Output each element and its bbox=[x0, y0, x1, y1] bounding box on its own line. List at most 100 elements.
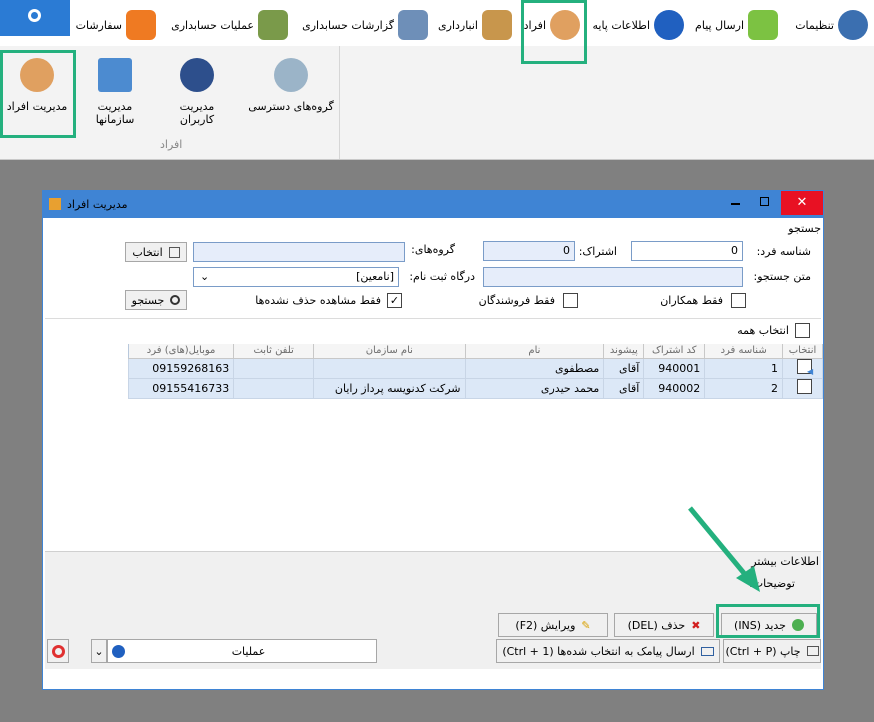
colleagues-only-label: فقط همکاران bbox=[660, 294, 723, 307]
cell-name: محمد حیدری bbox=[464, 377, 605, 399]
table-row[interactable]: 2 940002 آقای محمد حیدری شرکت کدنویسه پر… bbox=[127, 377, 823, 399]
row-checkbox[interactable] bbox=[797, 379, 812, 394]
col-prefix[interactable]: پیشوند bbox=[603, 344, 645, 359]
chevron-down-icon: ⌄ bbox=[200, 270, 210, 283]
persons-table: انتخاب شناسه فرد کد اشتراک پیشوند نام نا… bbox=[127, 344, 823, 399]
annotation-arrow bbox=[688, 506, 760, 592]
close-icon[interactable]: ✕ bbox=[781, 191, 823, 215]
operations-chevron[interactable]: ⌄ bbox=[91, 639, 107, 663]
cell-org: شرکت کدنویسه پرداز رایان bbox=[313, 377, 466, 399]
table-row[interactable]: 1 940001 آقای مصطفوی 09159268163 bbox=[127, 357, 823, 379]
sellers-only-label: فقط فروشندگان bbox=[478, 294, 555, 307]
cell-prefix: آقای bbox=[603, 377, 645, 399]
col-mobile[interactable]: موبایل(های) فرد bbox=[128, 344, 235, 359]
building-icon bbox=[98, 58, 132, 92]
select-groups-button[interactable]: انتخاب bbox=[125, 242, 187, 262]
accounting-icon bbox=[258, 10, 288, 40]
pencil-icon: ✎ bbox=[581, 618, 591, 632]
subscription-field[interactable]: 0 bbox=[483, 241, 575, 261]
groups-label: گروه‌های: bbox=[411, 243, 455, 256]
printer-icon bbox=[806, 646, 819, 656]
table-header-row: انتخاب شناسه فرد کد اشتراک پیشوند نام نا… bbox=[128, 344, 823, 359]
search-text-field[interactable] bbox=[483, 267, 743, 287]
cell-person-id: 1 bbox=[704, 357, 784, 379]
row-select-cell[interactable] bbox=[782, 377, 823, 399]
cell-mobile: 09155416733 bbox=[127, 377, 235, 399]
user-icon bbox=[180, 58, 214, 92]
highlight-new-button bbox=[716, 604, 820, 638]
cell-code: 940001 bbox=[643, 357, 706, 379]
ribbon-search-button[interactable] bbox=[0, 0, 70, 36]
envelope-icon bbox=[700, 646, 714, 656]
ribbon-group-title: افراد bbox=[160, 138, 183, 151]
select-all-label: انتخاب همه bbox=[737, 324, 789, 337]
highlight-persons-tab bbox=[521, 0, 587, 64]
send-sms-button[interactable]: ارسال پیامک به انتخاب شده‌ها (Ctrl + 1) bbox=[496, 639, 720, 663]
select-list-icon bbox=[168, 246, 180, 258]
colleagues-only-checkbox[interactable] bbox=[731, 293, 746, 308]
search-button[interactable]: جستجو bbox=[125, 290, 187, 310]
window-title: مدیریت افراد bbox=[67, 198, 128, 211]
col-person-id[interactable]: شناسه فرد bbox=[704, 344, 784, 359]
groups-field[interactable] bbox=[193, 242, 405, 262]
cell-mobile: 09159268163 bbox=[127, 357, 235, 379]
info-icon bbox=[112, 644, 125, 658]
highlight-manage-persons bbox=[0, 50, 76, 138]
cell-prefix: آقای bbox=[603, 357, 645, 379]
tab-accounting-reports[interactable]: گزارشات حسابداری bbox=[302, 6, 428, 44]
manage-organizations-button[interactable]: مدیریت سازمانها bbox=[80, 54, 150, 130]
col-phone[interactable]: تلفن ثابت bbox=[233, 344, 315, 359]
manage-persons-window: مدیریت افراد ✕ جستجو شناسه فرد: 0 اشتراک… bbox=[42, 190, 824, 690]
window-titlebar: مدیریت افراد ✕ bbox=[43, 191, 823, 218]
ledger-icon bbox=[398, 10, 428, 40]
lifebuoy-icon bbox=[51, 644, 65, 658]
col-select[interactable]: انتخاب bbox=[782, 344, 823, 359]
cell-phone bbox=[233, 377, 315, 399]
help-button[interactable] bbox=[47, 639, 69, 663]
current-row-pointer-icon: ◀ bbox=[807, 367, 814, 376]
tab-send-message[interactable]: ارسال پیام bbox=[695, 6, 778, 44]
tab-base-info[interactable]: اطلاعات پایه bbox=[592, 6, 684, 44]
ribbon-tabs: تنظیمات ارسال پیام اطلاعات پایه افراد ان… bbox=[0, 0, 874, 46]
gear-icon bbox=[838, 10, 868, 40]
minimize-icon[interactable] bbox=[731, 203, 740, 205]
reg-portal-label: درگاه ثبت نام: bbox=[409, 270, 475, 283]
cell-code: 940002 bbox=[643, 377, 706, 399]
person-id-label: شناسه فرد: bbox=[756, 245, 811, 258]
delete-x-icon: ✖ bbox=[691, 618, 701, 632]
chat-icon bbox=[748, 10, 778, 40]
col-name[interactable]: نام bbox=[465, 344, 605, 359]
window-app-icon bbox=[49, 198, 61, 210]
maximize-icon[interactable] bbox=[760, 197, 769, 206]
tab-orders[interactable]: سفارشات bbox=[76, 6, 156, 44]
not-deleted-only-label: فقط مشاهده حذف نشده‌ها bbox=[255, 294, 381, 307]
operations-dropdown[interactable]: عملیات bbox=[107, 639, 377, 663]
tab-accounting-operations[interactable]: عملیات حسابداری bbox=[171, 6, 288, 44]
search-section-title: جستجو bbox=[788, 222, 821, 235]
select-all-checkbox[interactable] bbox=[795, 323, 810, 338]
tab-warehouse[interactable]: انبارداری bbox=[438, 6, 512, 44]
chevron-down-icon: ⌄ bbox=[94, 644, 104, 658]
magnifier-icon bbox=[170, 295, 181, 305]
col-organization[interactable]: نام سازمان bbox=[313, 344, 466, 359]
tab-settings[interactable]: تنظیمات bbox=[795, 6, 868, 44]
sellers-only-checkbox[interactable] bbox=[563, 293, 578, 308]
reg-portal-select[interactable]: [نامعین] ⌄ bbox=[193, 267, 399, 287]
not-deleted-only-checkbox[interactable]: ✓ bbox=[387, 293, 402, 308]
subscription-label: اشتراک: bbox=[578, 245, 617, 258]
search-divider bbox=[45, 318, 821, 319]
access-groups-button[interactable]: گروه‌های دسترسی bbox=[248, 54, 334, 130]
edit-button[interactable]: ✎ ویرایش (F2) bbox=[498, 613, 608, 637]
keys-icon bbox=[274, 58, 308, 92]
delete-button[interactable]: ✖ حذف (DEL) bbox=[614, 613, 714, 637]
info-icon bbox=[654, 10, 684, 40]
person-id-field[interactable]: 0 bbox=[631, 241, 743, 261]
search-icon bbox=[28, 9, 41, 22]
ribbon: تنظیمات ارسال پیام اطلاعات پایه افراد ان… bbox=[0, 0, 874, 160]
cell-name: مصطفوی bbox=[464, 357, 605, 379]
search-text-label: متن جستجو: bbox=[753, 270, 811, 283]
col-subscription-code[interactable]: کد اشتراک bbox=[643, 344, 706, 359]
manage-users-button[interactable]: مدیریت کاربران bbox=[162, 54, 232, 130]
print-button[interactable]: چاپ (Ctrl + P) bbox=[723, 639, 821, 663]
row-select-cell[interactable] bbox=[782, 357, 823, 379]
